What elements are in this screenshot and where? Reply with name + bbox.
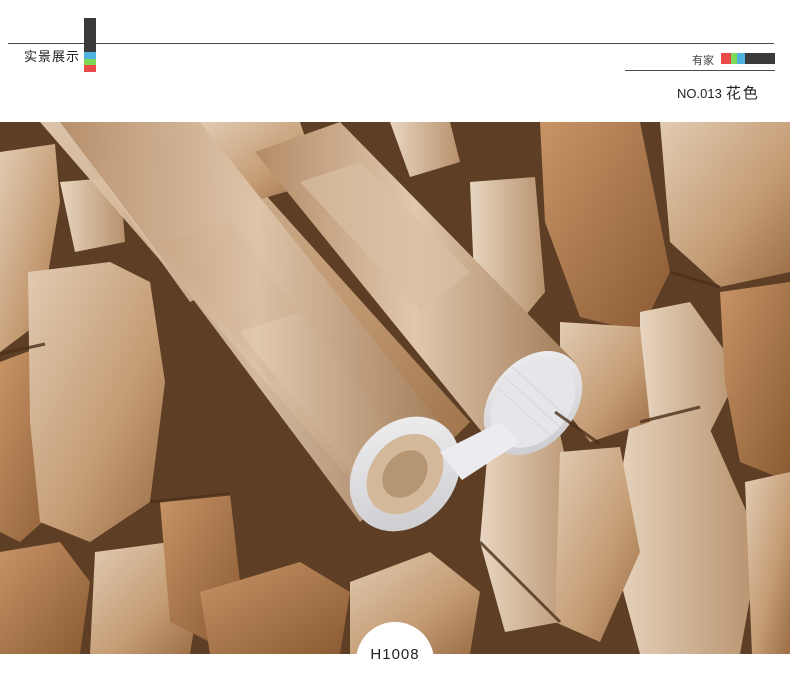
badge-text: H1008 bbox=[370, 646, 420, 663]
swatch-segment bbox=[737, 53, 745, 64]
color-bar-segment bbox=[84, 18, 96, 46]
color-bar-segment bbox=[84, 52, 96, 59]
product-badge: H1008 bbox=[356, 622, 434, 700]
color-swatch-strip bbox=[721, 53, 775, 64]
swatch-segment bbox=[721, 53, 731, 64]
brand-label: 有家 bbox=[692, 55, 714, 67]
swatch-segment bbox=[745, 53, 775, 64]
right-divider bbox=[625, 70, 775, 71]
color-bar-segment bbox=[84, 65, 96, 72]
product-code: NO.013 花色 bbox=[677, 82, 760, 103]
stone-wall-illustration bbox=[0, 122, 790, 654]
stone-wallpaper-photo bbox=[0, 122, 790, 654]
color-bar-left bbox=[84, 18, 96, 72]
color-name: 花色 bbox=[725, 85, 760, 102]
section-title: 实景展示 bbox=[24, 49, 81, 64]
header-divider bbox=[8, 43, 774, 44]
product-number: NO.013 bbox=[677, 86, 722, 101]
header-banner: 实景展示 有家 NO.013 花色 bbox=[0, 0, 790, 122]
